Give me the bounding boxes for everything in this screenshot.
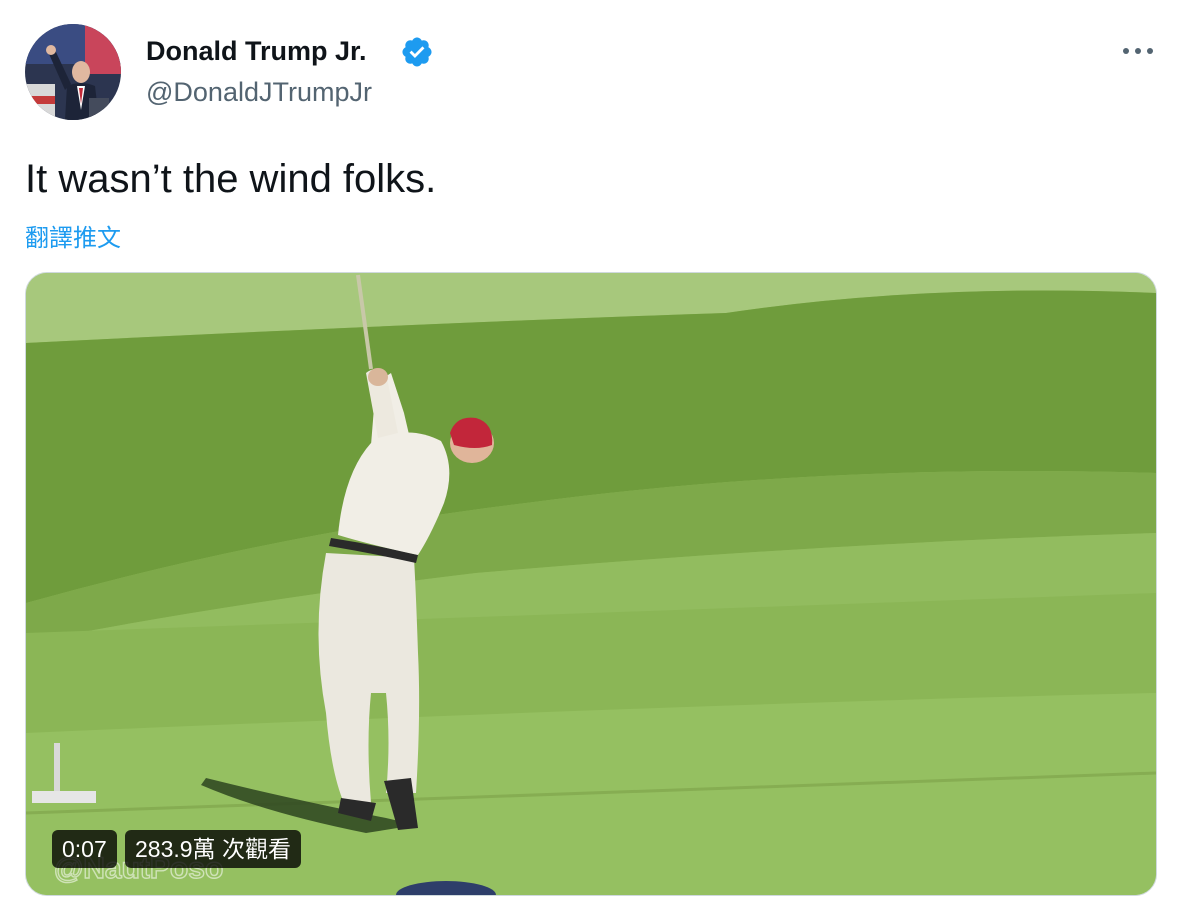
video-player[interactable]: @NautPoso bbox=[25, 272, 1157, 896]
translate-tweet-link[interactable]: 翻譯推文 bbox=[25, 218, 121, 253]
avatar-image bbox=[25, 24, 121, 120]
author-display-name[interactable]: Donald Trump Jr. bbox=[146, 36, 367, 67]
video-elapsed-time: 0:07 bbox=[52, 830, 117, 868]
more-horizontal-icon[interactable] bbox=[1118, 36, 1158, 66]
author-handle[interactable]: @DonaldJTrumpJr bbox=[146, 77, 372, 108]
video-frame: @NautPoso bbox=[26, 273, 1156, 895]
avatar[interactable] bbox=[25, 24, 121, 120]
video-view-count: 283.9萬 次觀看 bbox=[125, 830, 301, 868]
tweet-text: It wasn’t the wind folks. bbox=[25, 157, 437, 201]
verified-badge-icon bbox=[400, 35, 434, 69]
